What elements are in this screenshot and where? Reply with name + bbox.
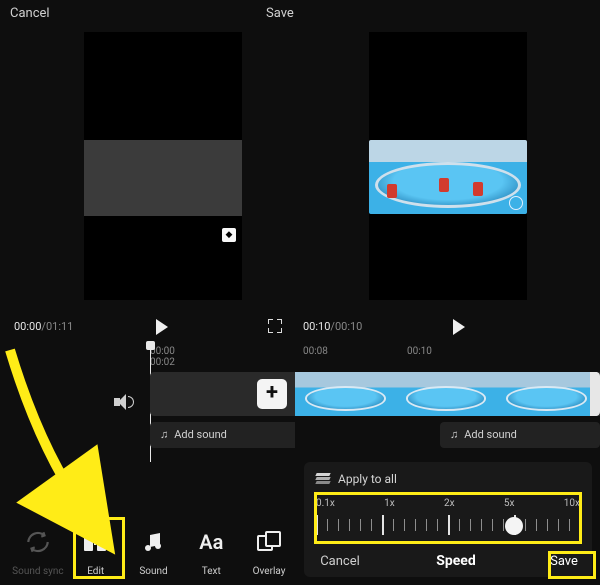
speed-scale-labels: 0.1x 1x 2x 5x 10x [316,498,580,509]
play-icon[interactable] [156,319,168,335]
speed-slider[interactable]: 0.1x 1x 2x 5x 10x [316,498,580,548]
bottom-toolbar: Sound sync Edit Sound Aa Text Overlay [0,503,295,577]
video-preview-right[interactable] [369,32,527,300]
tool-text[interactable]: Aa Text [185,524,237,577]
overlay-icon [251,524,287,560]
timeline-left: + ♫Add sound [0,364,295,459]
timeline-ruler-right: 00:0800:10 [303,346,511,357]
layers-icon [316,473,330,485]
music-note-icon: ♫ [160,428,168,441]
tool-edit[interactable]: Edit [70,524,122,577]
speed-panel-title: Speed [376,553,536,569]
sound-icon [135,524,171,560]
speed-panel: Apply to all 0.1x 1x 2x 5x 10x Cancel Sp… [304,462,592,577]
clip-thumbnail [295,372,396,416]
tool-overlay[interactable]: Overlay [243,524,295,577]
clip-thumbnail [396,372,497,416]
time-readout-left: 00:00/01:11 [14,320,73,333]
add-sound-button-right[interactable]: ♫Add sound [440,422,600,448]
video-clip-track-right[interactable] [295,372,600,416]
edit-icon [78,524,114,560]
music-note-icon: ♫ [450,428,458,441]
time-readout-right: 00:10/00:10 [303,320,362,333]
tool-sound-sync[interactable]: Sound sync [12,524,64,577]
video-preview-left[interactable]: ◆ [84,32,242,300]
speed-save-button[interactable]: Save [536,554,592,569]
clip-thumbnail [496,372,597,416]
speed-ticks [316,513,580,541]
tool-sound[interactable]: Sound [128,524,180,577]
video-clip-track-left[interactable]: + [150,372,295,416]
add-clip-button[interactable]: + [257,379,287,409]
preview-frame-content [369,140,527,214]
play-icon[interactable] [453,319,465,335]
fullscreen-icon[interactable] [268,319,282,333]
add-sound-button-left[interactable]: ♫Add sound [150,422,295,448]
preview-frame-content: ◆ [84,140,242,216]
left-pane: ◆ 00:00/01:11 00:0000:02 + ♫Add sound So… [0,0,295,585]
roblox-logo-icon: ◆ [222,228,236,242]
speed-slider-knob[interactable] [505,517,523,535]
clip-trim-handle-right[interactable] [590,372,600,416]
speaker-icon[interactable] [114,394,132,410]
speed-cancel-button[interactable]: Cancel [304,554,376,569]
apply-to-all-toggle[interactable]: Apply to all [316,472,397,486]
sync-icon [20,524,56,560]
text-icon: Aa [193,524,229,560]
timeline-right: ♫Add sound [295,364,600,459]
